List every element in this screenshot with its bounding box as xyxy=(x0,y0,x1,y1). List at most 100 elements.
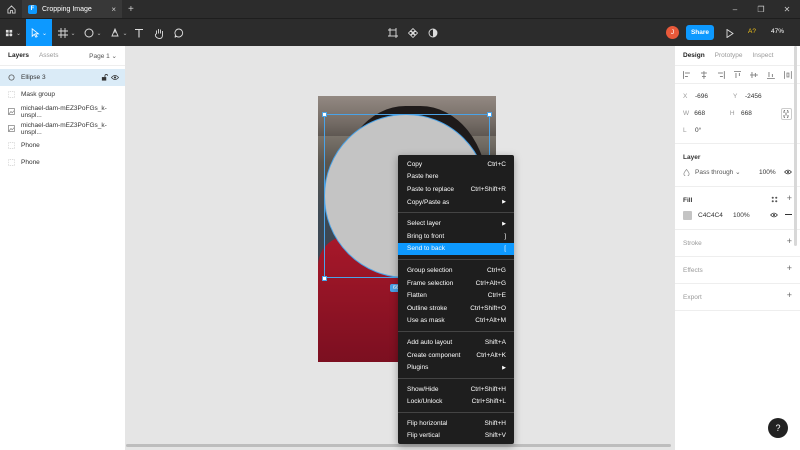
align-bottom-icon[interactable] xyxy=(767,71,776,79)
zoom-level[interactable]: 47% xyxy=(771,28,784,35)
rotation-icon: L xyxy=(683,127,687,134)
layer-item-ellipse-3[interactable]: Ellipse 3 xyxy=(0,69,125,86)
menu-item-add-auto-layout[interactable]: Add auto layout Shift+A xyxy=(398,336,514,349)
tab-inspect[interactable]: Inspect xyxy=(753,52,774,59)
stroke-section: Stroke + xyxy=(675,230,800,257)
add-stroke-button[interactable]: + xyxy=(787,236,792,246)
hand-tool-button[interactable] xyxy=(152,19,166,47)
hand-icon xyxy=(154,28,163,39)
pen-tool-button[interactable]: ⌄ xyxy=(108,19,130,47)
menu-item-frame-selection[interactable]: Frame selection Ctrl+Alt+G xyxy=(398,277,514,290)
new-tab-button[interactable]: + xyxy=(128,4,134,15)
x-input[interactable]: -696 xyxy=(695,93,733,100)
help-button[interactable]: ? xyxy=(768,418,788,438)
menu-item-label: Group selection xyxy=(407,266,453,274)
menu-item-copy[interactable]: Copy Ctrl+C xyxy=(398,158,514,171)
resize-handle-bottom-left[interactable] xyxy=(322,276,327,281)
layer-item-phone[interactable]: Phone xyxy=(0,154,125,171)
resize-handle-top-right[interactable] xyxy=(487,112,492,117)
menu-item-use-as-mask[interactable]: Use as mask Ctrl+Alt+M xyxy=(398,315,514,328)
menu-item-shortcut: Ctrl+Shift+H xyxy=(470,385,506,393)
layer-item-image[interactable]: michael-dam-mEZ3PoFGs_k-unspl... xyxy=(0,103,125,120)
menu-item-send-to-back[interactable]: Send to back [ xyxy=(398,242,514,256)
rotation-input[interactable]: 0° xyxy=(695,127,733,134)
menu-item-paste-here[interactable]: Paste here xyxy=(398,171,514,184)
tab-title: Cropping Image xyxy=(42,5,92,13)
window-close-button[interactable]: ✕ xyxy=(774,0,800,18)
page-selector[interactable]: Page 1 ⌄ xyxy=(89,52,117,60)
menu-separator xyxy=(398,259,514,261)
blend-mode-select[interactable]: Pass through ⌄ xyxy=(695,168,741,176)
frame-tool-button[interactable]: ⌄ xyxy=(56,19,78,47)
menu-item-flip-horizontal[interactable]: Flip horizontal Shift+H xyxy=(398,417,514,430)
menu-item-create-component[interactable]: Create component Ctrl+Alt+K xyxy=(398,349,514,362)
layer-item-phone[interactable]: Phone xyxy=(0,137,125,154)
fill-opacity-input[interactable]: 100% xyxy=(733,212,750,219)
resize-handle-top-left[interactable] xyxy=(322,112,327,117)
minimize-button[interactable]: – xyxy=(722,0,748,18)
file-tab[interactable]: F Cropping Image × xyxy=(22,0,122,18)
remove-fill-icon[interactable] xyxy=(785,214,792,215)
layer-item-image[interactable]: michael-dam-mEZ3PoFGs_k-unspl... xyxy=(0,120,125,137)
menu-item-label: Outline stroke xyxy=(407,304,448,312)
constrain-proportions-icon[interactable] xyxy=(780,107,792,120)
align-middle-icon[interactable] xyxy=(750,71,759,79)
align-left-icon[interactable] xyxy=(683,70,691,79)
layer-opacity-input[interactable]: 100% xyxy=(759,169,776,176)
fill-hex-input[interactable]: C4C4C4 xyxy=(698,212,723,219)
crop-button[interactable] xyxy=(386,19,400,47)
menu-item-group-selection[interactable]: Group selection Ctrl+G xyxy=(398,264,514,277)
align-center-icon[interactable] xyxy=(700,70,708,79)
menu-item-flatten[interactable]: Flatten Ctrl+E xyxy=(398,289,514,302)
menu-item-shortcut: Ctrl+Alt+G xyxy=(475,279,506,287)
menu-item-paste-to-replace[interactable]: Paste to replace Ctrl+Shift+R xyxy=(398,183,514,196)
contrast-button[interactable] xyxy=(426,19,440,47)
share-button[interactable]: Share xyxy=(686,25,714,40)
maximize-button[interactable]: ❐ xyxy=(748,0,774,18)
fill-visibility-icon[interactable] xyxy=(770,212,778,218)
home-icon[interactable] xyxy=(0,0,22,18)
menu-item-plugins[interactable]: Plugins ▶ xyxy=(398,361,514,374)
menu-item-copy-paste-as[interactable]: Copy/Paste as ▶ xyxy=(398,196,514,209)
menu-item-bring-to-front[interactable]: Bring to front] xyxy=(398,230,514,243)
fill-styles-icon[interactable] xyxy=(771,196,778,205)
width-input[interactable]: 668 xyxy=(694,110,730,117)
shape-tool-button[interactable]: ⌄ xyxy=(82,19,104,47)
unlock-icon[interactable] xyxy=(101,74,108,81)
menu-item-select-layer[interactable]: Select layer ▶ xyxy=(398,217,514,230)
component-button[interactable] xyxy=(406,19,420,47)
distribute-icon[interactable] xyxy=(784,70,792,79)
text-tool-button[interactable] xyxy=(132,19,146,47)
add-export-button[interactable]: + xyxy=(787,290,792,300)
tab-close-icon[interactable]: × xyxy=(111,5,116,14)
menu-item-lock-unlock[interactable]: Lock/Unlock Ctrl+Shift+L xyxy=(398,396,514,409)
present-button[interactable] xyxy=(724,19,736,47)
menu-item-label: Add auto layout xyxy=(407,338,453,346)
height-input[interactable]: 668 xyxy=(741,110,777,117)
add-effect-button[interactable]: + xyxy=(787,263,792,273)
pen-icon xyxy=(111,28,120,37)
add-fill-button[interactable]: + xyxy=(787,193,792,203)
tab-assets[interactable]: Assets xyxy=(39,52,59,59)
menu-item-show-hide[interactable]: Show/Hide Ctrl+Shift+H xyxy=(398,383,514,396)
main-menu-button[interactable]: ⌄ xyxy=(0,19,26,47)
menu-item-outline-stroke[interactable]: Outline stroke Ctrl+Shift+O xyxy=(398,302,514,315)
user-avatar[interactable]: J xyxy=(666,26,679,39)
tab-layers[interactable]: Layers xyxy=(8,52,29,59)
right-panel-scrollbar[interactable] xyxy=(794,46,797,246)
menu-item-flip-vertical[interactable]: Flip vertical Shift+V xyxy=(398,430,514,443)
accessibility-badge[interactable]: A? xyxy=(748,28,756,35)
h-label: H xyxy=(729,110,735,117)
move-tool-button[interactable]: ⌄ xyxy=(26,19,52,47)
layer-item-mask-group[interactable]: Mask group xyxy=(0,86,125,103)
tab-design[interactable]: Design xyxy=(683,52,705,59)
eye-icon[interactable] xyxy=(111,74,119,81)
layer-visibility-icon[interactable] xyxy=(784,169,792,175)
y-input[interactable]: -2456 xyxy=(745,93,783,100)
fill-swatch[interactable] xyxy=(683,210,692,220)
horizontal-scrollbar[interactable] xyxy=(126,444,671,447)
align-top-icon[interactable] xyxy=(733,70,742,79)
tab-prototype[interactable]: Prototype xyxy=(715,52,743,59)
comment-tool-button[interactable] xyxy=(172,19,186,47)
align-right-icon[interactable] xyxy=(717,70,725,79)
